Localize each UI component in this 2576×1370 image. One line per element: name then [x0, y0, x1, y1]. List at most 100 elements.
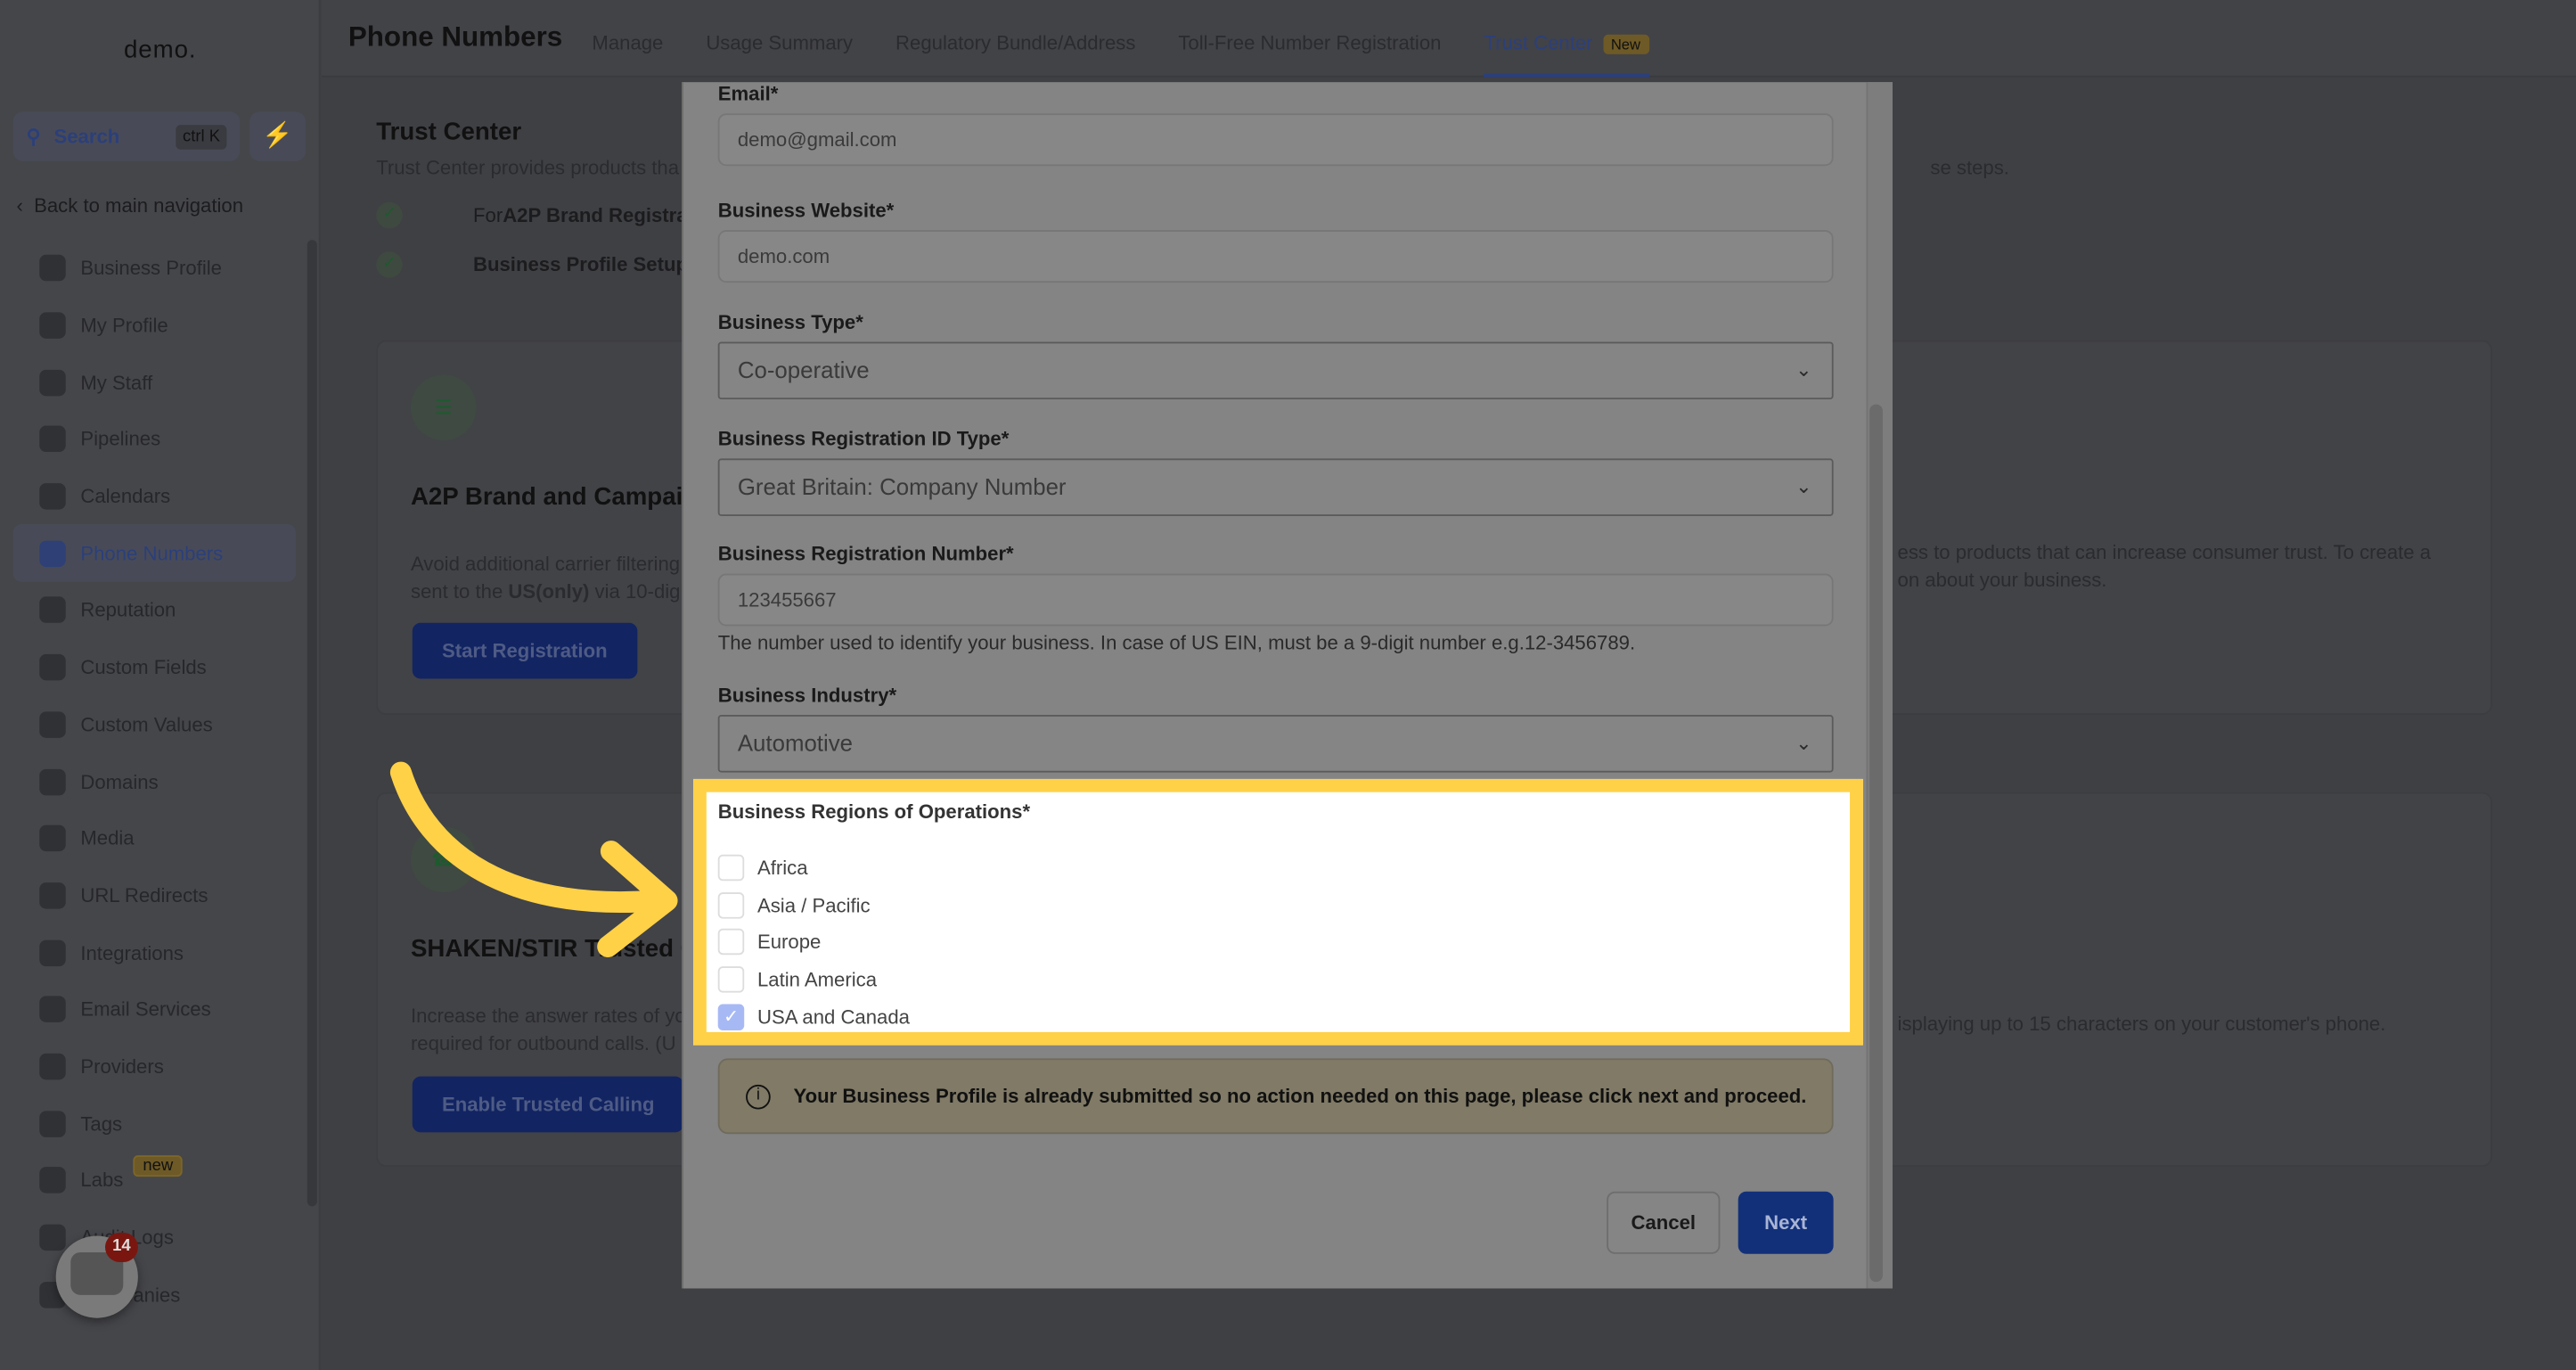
website-field-group: Business Website* demo.com: [717, 199, 1834, 283]
sidebar-item-label: Calendars: [80, 485, 171, 508]
sidebar-item-label: Business Profile: [80, 257, 222, 281]
reg-number-field[interactable]: 123455667: [717, 573, 1834, 627]
sidebar-item-media[interactable]: Media: [13, 810, 296, 867]
sidebar-item-reputation[interactable]: Reputation: [13, 582, 296, 639]
funnel-icon: [39, 426, 66, 453]
checkbox[interactable]: [717, 966, 745, 993]
check-icon: ✓: [376, 251, 403, 278]
sidebar-item-label: My Staff: [80, 371, 153, 394]
search-label: Search: [53, 125, 120, 148]
sidebar-item-label: Tags: [80, 1112, 123, 1136]
quick-actions-button[interactable]: ⚡: [249, 111, 306, 161]
sidebar-item-custom-values[interactable]: Custom Values: [13, 696, 296, 753]
calendar-icon: [39, 483, 66, 510]
enable-trusted-calling-button[interactable]: Enable Trusted Calling: [412, 1076, 684, 1133]
back-label: Back to main navigation: [34, 193, 244, 217]
redirect-icon: [39, 882, 66, 909]
a2p-card-desc-right: ess to products that can increase consum…: [1897, 540, 2432, 592]
checkbox[interactable]: [717, 891, 745, 919]
top-bar: Phone Numbers Manage Usage Summary Regulat…: [322, 0, 2576, 78]
website-label: Business Website*: [717, 199, 895, 222]
back-to-main-navigation[interactable]: ‹ Back to main navigation: [16, 194, 243, 217]
checkbox[interactable]: [717, 854, 745, 882]
sidebar-item-calendars[interactable]: Calendars: [13, 468, 296, 525]
email-field[interactable]: demo@gmail.com: [717, 113, 1834, 167]
briefcase-icon: [39, 255, 66, 282]
tab-toll-free-number-registration[interactable]: Toll-Free Number Registration: [1178, 0, 1441, 77]
check-icon: ✓: [376, 201, 403, 229]
region-checkbox-usa-and-canada[interactable]: ✓ USA and Canada: [717, 1004, 910, 1030]
sidebar-item-label: Reputation: [80, 598, 176, 622]
info-text: Your Business Profile is already submitt…: [793, 1084, 1807, 1108]
modal-scrollbar[interactable]: [1869, 404, 1883, 1283]
tab-trust-center[interactable]: Trust Center New: [1484, 0, 1649, 77]
sidebar-item-business-profile[interactable]: Business Profile: [13, 240, 296, 297]
region-checkbox-europe[interactable]: Europe: [717, 929, 821, 956]
start-registration-button[interactable]: Start Registration: [412, 622, 637, 679]
checkbox-label: Latin America: [756, 968, 878, 991]
shaken-card-desc-right: isplaying up to 15 characters on your cu…: [1897, 1012, 2386, 1036]
reg-id-type-group: Business Registration ID Type* Great Brit…: [717, 427, 1834, 516]
sidebar-scrollbar[interactable]: [307, 240, 317, 1207]
sidebar-item-pipelines[interactable]: Pipelines: [13, 411, 296, 468]
tab-label: Regulatory Bundle/Address: [895, 30, 1136, 53]
sidebar-item-label: My Profile: [80, 314, 168, 338]
search-button[interactable]: ⚲ Search ctrl K: [12, 111, 241, 161]
tab-manage[interactable]: Manage: [592, 0, 663, 77]
sidebar-item-url-redirects[interactable]: URL Redirects: [13, 867, 296, 924]
user-icon: [39, 369, 66, 396]
sidebar-item-label: Phone Numbers: [80, 542, 224, 565]
email-icon: [39, 996, 66, 1023]
business-type-select[interactable]: Co-operative ⌄: [717, 341, 1834, 400]
search-shortcut: ctrl K: [176, 124, 227, 149]
sidebar-item-label: URL Redirects: [80, 883, 209, 907]
sidebar-item-my-staff[interactable]: My Staff: [13, 354, 296, 411]
next-button[interactable]: Next: [1738, 1191, 1834, 1254]
new-badge: new: [133, 1155, 184, 1177]
sidebar-item-label: Integrations: [80, 940, 184, 964]
chevron-down-icon: ⌄: [1795, 474, 1812, 498]
region-checkbox-africa[interactable]: Africa: [717, 854, 808, 882]
industry-select[interactable]: Automotive ⌄: [717, 715, 1834, 773]
sidebar-item-audit-logs[interactable]: Audit Logs: [13, 1209, 296, 1266]
globe-icon: [39, 768, 66, 795]
cancel-button[interactable]: Cancel: [1607, 1191, 1721, 1254]
tab-regulatory-bundle-address[interactable]: Regulatory Bundle/Address: [895, 0, 1135, 77]
business-type-group: Business Type* Co-operative ⌄: [717, 310, 1834, 400]
info-icon: i: [746, 1083, 771, 1109]
sidebar-item-tags[interactable]: Tags: [13, 1095, 296, 1153]
sidebar-item-phone-numbers[interactable]: Phone Numbers: [12, 524, 296, 582]
tab-label: Manage: [592, 30, 664, 53]
sidebar-item-integrations[interactable]: Integrations: [13, 924, 296, 981]
chevron-down-icon: ⌄: [1795, 357, 1812, 381]
website-field[interactable]: demo.com: [717, 230, 1834, 283]
tab-usage-summary[interactable]: Usage Summary: [706, 0, 853, 77]
sidebar-item-providers[interactable]: Providers: [13, 1038, 296, 1095]
check-box-icon: [39, 1053, 66, 1080]
regions-highlight: Business Regions of Operations* Africa As…: [693, 778, 1863, 1046]
annotation-arrow-icon: [389, 761, 678, 957]
flask-icon: [39, 1167, 66, 1194]
reg-id-type-label: Business Registration ID Type*: [717, 427, 1010, 451]
sidebar-item-email-services[interactable]: Email Services: [13, 981, 296, 1038]
industry-label: Business Industry*: [717, 684, 897, 707]
page-title: Phone Numbers: [348, 21, 563, 53]
sidebar: demo. ⚲ Search ctrl K ⚡ ‹ Back to main n…: [0, 0, 321, 1370]
sidebar-item-my-profile[interactable]: My Profile: [13, 297, 296, 354]
reg-number-group: Business Registration Number* 123455667 Th…: [717, 542, 1834, 654]
checkbox[interactable]: ✓: [717, 1004, 745, 1030]
region-checkbox-asia-pacific[interactable]: Asia / Pacific: [717, 891, 871, 919]
sidebar-item-domains[interactable]: Domains: [13, 753, 296, 810]
reg-id-type-select[interactable]: Great Britain: Company Number ⌄: [717, 458, 1834, 516]
sidebar-item-label: Domains: [80, 769, 159, 793]
sidebar-item-labs[interactable]: Labs new: [13, 1152, 296, 1209]
chat-notification-badge: 14: [105, 1232, 138, 1262]
chevron-left-icon: ‹: [16, 193, 35, 217]
tabs: Manage Usage Summary Regulatory Bundle/Add…: [592, 0, 1691, 77]
checkbox[interactable]: [717, 929, 745, 956]
tab-label: Toll-Free Number Registration: [1178, 30, 1442, 53]
media-icon: [39, 824, 66, 852]
region-checkbox-latin-america[interactable]: Latin America: [717, 966, 878, 993]
sidebar-item-custom-fields[interactable]: Custom Fields: [13, 639, 296, 696]
logo: demo.: [124, 36, 197, 64]
